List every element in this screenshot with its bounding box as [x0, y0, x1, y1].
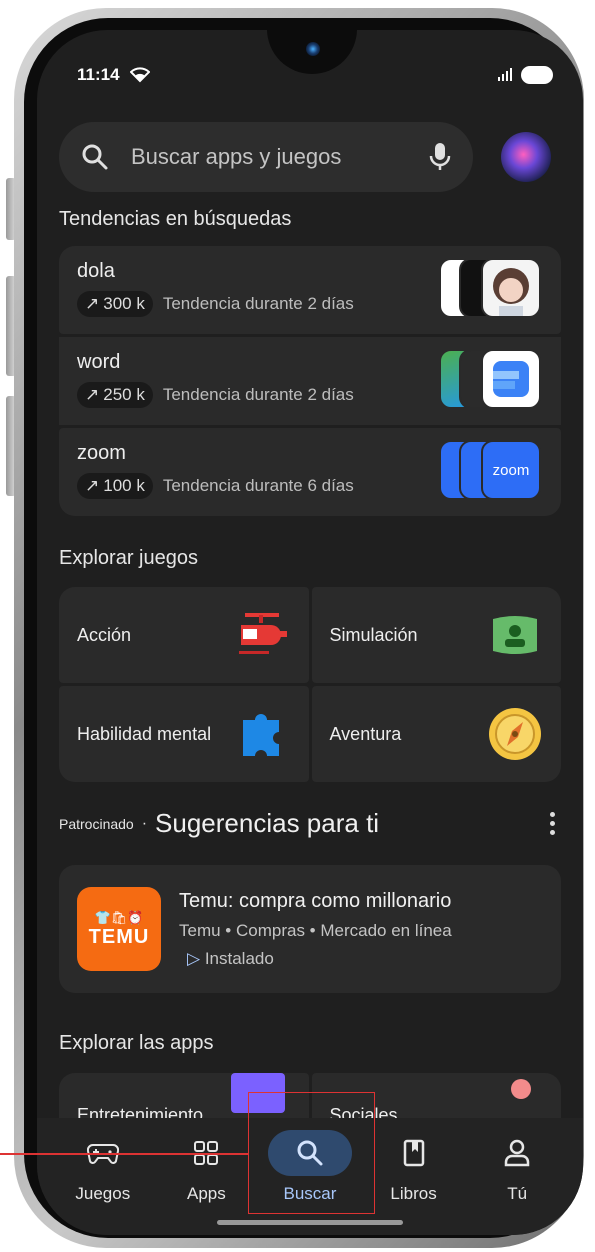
battery-icon	[521, 66, 553, 84]
trend-item-zoom[interactable]: zoom ↗ 100 k Tendencia durante 6 días zoo…	[59, 428, 561, 516]
installed-status: ▷ Instalado	[179, 949, 452, 969]
nav-label: Tú	[507, 1184, 528, 1203]
trend-item-dola[interactable]: dola ↗ 300 k Tendencia durante 2 días	[59, 246, 561, 334]
more-options-icon[interactable]	[544, 808, 561, 839]
book-icon	[403, 1139, 424, 1167]
temu-logo-text: TEMU	[88, 925, 150, 948]
game-category-accion[interactable]: Acción	[59, 587, 309, 683]
camera-icon	[306, 42, 320, 56]
trend-description: Tendencia durante 2 días	[162, 294, 354, 313]
avatar-app-icon	[481, 258, 541, 318]
trend-app-icons: zoom	[439, 440, 543, 502]
trend-description: Tendencia durante 2 días	[162, 385, 354, 404]
annotation-line	[0, 1153, 248, 1155]
app-name: Temu: compra como millonario	[179, 889, 452, 912]
search-bar[interactable]: Buscar apps y juegos	[59, 122, 473, 192]
search-placeholder[interactable]: Buscar apps y juegos	[131, 144, 429, 170]
nav-label: Libros	[390, 1184, 437, 1203]
temu-app-icon: 👕🛍⏰ TEMU	[77, 887, 161, 971]
trend-description: Tendencia durante 6 días	[162, 476, 354, 495]
trend-count: 100 k	[103, 476, 145, 495]
category-label: Simulación	[329, 624, 418, 645]
sponsored-app-card[interactable]: 👕🛍⏰ TEMU Temu: compra como millonario Te…	[59, 865, 561, 993]
category-label: Acción	[77, 624, 132, 645]
sponsored-header: Patrocinado · Sugerencias para ti	[59, 808, 561, 839]
trending-list: dola ↗ 300 k Tendencia durante 2 días wor…	[59, 246, 561, 519]
mic-icon[interactable]	[429, 142, 451, 172]
separator-dot: ·	[141, 814, 148, 832]
temu-logo-glyphs: 👕🛍⏰	[94, 909, 144, 925]
annotation-highlight-box	[248, 1092, 375, 1214]
trending-title: Tendencias en búsquedas	[59, 208, 292, 230]
avatar[interactable]	[501, 132, 551, 182]
app-tag: Mercado en línea	[320, 920, 452, 940]
home-indicator[interactable]	[217, 1220, 403, 1225]
trending-up-icon: ↗	[85, 294, 100, 313]
trend-count: 300 k	[103, 294, 145, 313]
installed-icon: ▷	[187, 948, 201, 968]
trend-count-badge: ↗ 300 k	[77, 291, 153, 317]
game-category-simulacion[interactable]: Simulación	[311, 587, 561, 683]
installed-label: Instalado	[204, 948, 274, 968]
nav-label: Apps	[187, 1184, 226, 1203]
compass-icon	[489, 708, 541, 760]
helicopter-icon	[238, 613, 287, 654]
game-category-aventura[interactable]: Aventura	[311, 686, 561, 782]
nav-libros[interactable]: Libros	[364, 1118, 464, 1235]
suggestions-title: Sugerencias para ti	[155, 808, 380, 838]
wifi-icon	[129, 67, 150, 83]
app-meta: Temu • Compras • Mercado en línea	[179, 920, 452, 940]
games-title: Explorar juegos	[59, 547, 198, 569]
word-app-icon	[481, 349, 541, 409]
trend-count: 250 k	[103, 385, 145, 404]
trending-up-icon: ↗	[85, 385, 100, 404]
app-category: Compras	[235, 920, 305, 940]
signal-icon	[498, 68, 512, 81]
zoom-app-icon: zoom	[481, 440, 541, 500]
category-label: Aventura	[329, 723, 402, 744]
app-developer: Temu	[179, 920, 221, 940]
puzzle-icon	[242, 714, 279, 756]
apps-title: Explorar las apps	[59, 1032, 214, 1054]
search-icon	[82, 144, 108, 170]
trend-app-icons	[439, 258, 543, 320]
clock: 11:14	[77, 65, 120, 84]
nav-tu[interactable]: Tú	[467, 1118, 567, 1235]
game-category-habilidad-mental[interactable]: Habilidad mental	[59, 686, 309, 782]
person-icon	[504, 1139, 530, 1167]
simulation-icon	[493, 616, 537, 654]
trend-count-badge: ↗ 100 k	[77, 473, 153, 499]
trend-item-word[interactable]: word ↗ 250 k Tendencia durante 2 días	[59, 337, 561, 425]
games-category-grid: Acción Simulación Habilidad mental Avent…	[59, 587, 561, 782]
status-bar: 11:14	[77, 60, 553, 90]
trend-app-icons	[439, 349, 543, 411]
trend-count-badge: ↗ 250 k	[77, 382, 153, 408]
nav-juegos[interactable]: Juegos	[53, 1118, 153, 1235]
nav-label: Juegos	[75, 1184, 131, 1203]
play-store-screen: 11:14 Buscar apps y juegos Tendencias en…	[37, 30, 583, 1235]
trending-up-icon: ↗	[85, 476, 100, 495]
category-label: Habilidad mental	[77, 723, 212, 744]
sponsored-label: Patrocinado	[59, 815, 134, 832]
social-icon	[511, 1079, 531, 1099]
nav-apps[interactable]: Apps	[156, 1118, 256, 1235]
